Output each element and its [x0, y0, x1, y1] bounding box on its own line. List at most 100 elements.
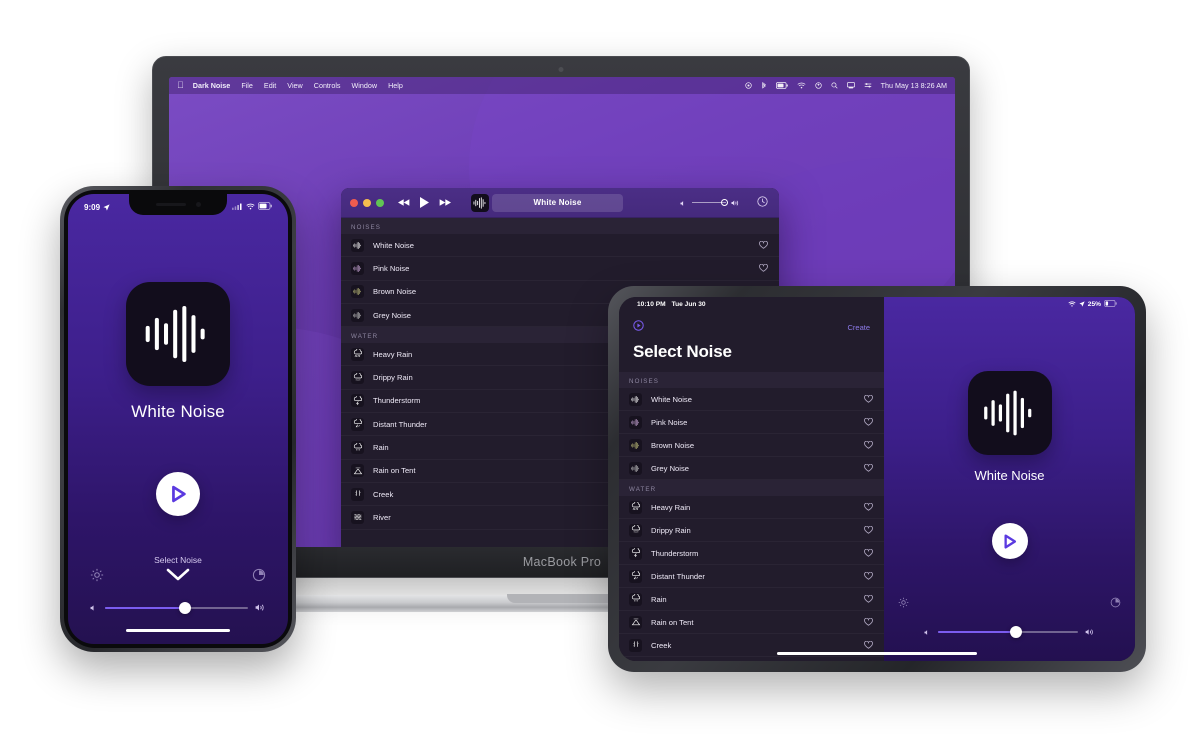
menu-item-window[interactable]: Window [352, 81, 378, 90]
home-indicator[interactable] [126, 628, 230, 632]
list-item[interactable]: Rain on Tent [619, 611, 884, 634]
macos-menu-bar[interactable]:  Dark Noise File Edit View Controls Win… [169, 77, 955, 94]
volume-slider-knob[interactable] [179, 601, 192, 614]
volume-row [68, 599, 288, 617]
traffic-lights[interactable] [350, 198, 384, 207]
rewind-icon[interactable] [398, 198, 411, 207]
volume-control[interactable] [680, 194, 770, 212]
volume-slider[interactable] [105, 601, 248, 614]
table-row-label: White Noise [373, 240, 414, 250]
volume-slider[interactable] [692, 198, 728, 206]
screen-mirroring-icon[interactable] [846, 82, 855, 89]
waveform-icon [351, 238, 364, 252]
control-center-icon[interactable] [864, 82, 872, 89]
record-icon[interactable] [745, 82, 752, 89]
chevron-down-icon[interactable] [166, 568, 190, 587]
list-item-label: Rain [651, 594, 667, 604]
volume-high-icon [731, 194, 740, 212]
ipad-bottom-controls [884, 595, 1135, 641]
cellular-icon [232, 202, 243, 212]
menu-item-help[interactable]: Help [388, 81, 403, 90]
favorite-heart-icon[interactable] [864, 436, 873, 454]
menu-item-view[interactable]: View [287, 81, 302, 90]
sidebar-top-bar: Create [619, 312, 884, 336]
favorite-heart-icon[interactable] [864, 459, 873, 477]
list-item[interactable]: Brown Noise [619, 434, 884, 457]
iphone-device: 9:09 White Noise Select Noise [60, 186, 296, 652]
drippy-rain-icon [629, 523, 642, 537]
list-item-label: Rain on Tent [651, 617, 694, 627]
favorite-heart-icon[interactable] [864, 590, 873, 608]
fast-forward-icon[interactable] [438, 198, 451, 207]
timer-icon[interactable] [757, 194, 768, 212]
favorite-heart-icon[interactable] [864, 390, 873, 408]
menu-item-edit[interactable]: Edit [264, 81, 276, 90]
favorite-heart-icon[interactable] [864, 544, 873, 562]
list-item-label: White Noise [651, 394, 692, 404]
volume-low-icon [90, 599, 98, 617]
menu-item-app[interactable]: Dark Noise [193, 81, 231, 90]
favorite-heart-icon[interactable] [759, 236, 768, 254]
heavy-rain-icon [629, 500, 642, 514]
section-header-water: WATER [619, 480, 884, 496]
volume-slider[interactable] [938, 626, 1078, 638]
waveform-icon [629, 461, 642, 475]
bluetooth-icon[interactable] [761, 81, 767, 90]
list-item[interactable]: Drippy Rain [619, 519, 884, 542]
menu-item-file[interactable]: File [241, 81, 253, 90]
list-item[interactable]: Distant Thunder [619, 565, 884, 588]
volume-slider-fill [105, 606, 186, 609]
favorite-heart-icon[interactable] [864, 413, 873, 431]
ipad-sidebar[interactable]: Create Select Noise NOISES White Noise P… [619, 297, 884, 661]
select-noise-label[interactable]: Select Noise [68, 555, 288, 565]
list-item[interactable]: Thunderstorm [619, 542, 884, 565]
home-indicator[interactable] [777, 651, 977, 655]
update-icon[interactable] [815, 82, 822, 89]
favorite-heart-icon[interactable] [864, 613, 873, 631]
favorite-heart-icon[interactable] [864, 567, 873, 585]
rain-on-tent-icon [629, 615, 642, 629]
circle-play-icon[interactable] [633, 318, 644, 336]
list-item[interactable]: Heavy Rain [619, 496, 884, 519]
timer-icon[interactable] [1110, 595, 1121, 613]
iphone-screen: 9:09 White Noise Select Noise [68, 194, 288, 644]
list-item[interactable]: White Noise [619, 388, 884, 411]
gear-icon[interactable] [898, 595, 909, 613]
volume-slider-knob[interactable] [721, 198, 728, 206]
zoom-button[interactable] [376, 198, 384, 207]
volume-slider-knob[interactable] [1010, 626, 1023, 638]
list-item[interactable]: Pink Noise [619, 411, 884, 434]
timer-icon[interactable] [252, 568, 266, 587]
now-playing-title: White Noise [131, 402, 225, 421]
iphone-bottom-controls: Select Noise [68, 555, 288, 632]
favorite-heart-icon[interactable] [864, 521, 873, 539]
play-button[interactable] [156, 472, 200, 516]
list-item-label: Drippy Rain [651, 525, 691, 535]
wifi-icon[interactable] [797, 82, 806, 89]
play-button[interactable] [991, 523, 1028, 559]
status-time: 10:10 PM [637, 301, 666, 308]
table-row[interactable]: White Noise [341, 234, 779, 258]
menu-bar-clock[interactable]: Thu May 13 8:26 AM [881, 81, 947, 90]
create-button[interactable]: Create [847, 323, 870, 332]
status-date: Tue Jun 30 [671, 301, 706, 308]
macbook-brand-label: MacBook Pro [522, 555, 602, 569]
rain-icon [629, 592, 642, 606]
list-item[interactable]: Rain [619, 588, 884, 611]
apple-logo-icon[interactable]:  [177, 81, 184, 90]
play-icon[interactable] [420, 197, 429, 208]
product-shot-scene:  Dark Noise File Edit View Controls Win… [0, 0, 1200, 740]
menu-item-controls[interactable]: Controls [314, 81, 341, 90]
minimize-button[interactable] [363, 198, 371, 207]
spotlight-search-icon[interactable] [831, 82, 838, 89]
close-button[interactable] [350, 198, 358, 207]
favorite-heart-icon[interactable] [759, 259, 768, 277]
battery-icon[interactable] [775, 82, 788, 89]
favorite-heart-icon[interactable] [864, 498, 873, 516]
table-row[interactable]: Pink Noise [341, 257, 779, 281]
list-item-label: Creek [651, 640, 672, 650]
gear-icon[interactable] [90, 568, 104, 587]
table-row-label: Pink Noise [373, 263, 410, 273]
list-item[interactable]: Grey Noise [619, 457, 884, 480]
waveform-icon [983, 390, 1031, 436]
